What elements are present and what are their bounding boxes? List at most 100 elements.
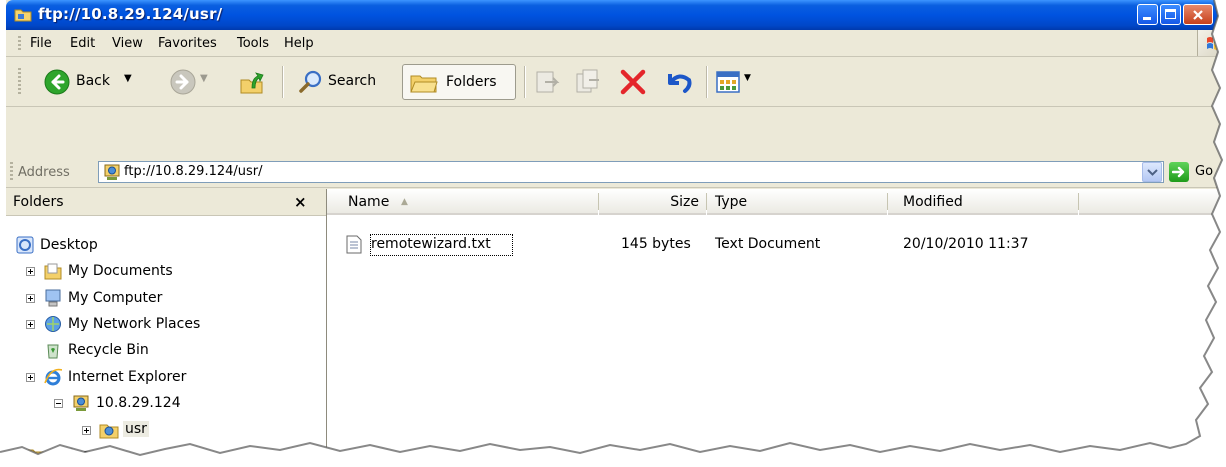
up-folder-button[interactable]	[234, 67, 270, 97]
menu-edit[interactable]: Edit	[70, 36, 95, 51]
menu-favorites[interactable]: Favorites	[158, 36, 217, 51]
tree-item-network-places[interactable]: My Network Places	[6, 315, 326, 337]
column-label: Size	[670, 194, 699, 210]
expand-plus-icon[interactable]	[26, 267, 35, 276]
address-value[interactable]: ftp://10.8.29.124/usr/	[124, 164, 263, 179]
folders-label: Folders	[446, 74, 497, 90]
file-name[interactable]: remotewizard.txt	[371, 236, 491, 252]
tree-label: usr	[123, 421, 149, 437]
window-title: ftp://10.8.29.124/usr/	[38, 5, 223, 23]
tree-label: My Documents	[68, 263, 173, 279]
collapse-minus-icon[interactable]	[54, 399, 63, 408]
internet-explorer-icon	[44, 368, 62, 386]
recycle-bin-icon	[47, 344, 59, 359]
chevron-down-icon	[1147, 169, 1158, 176]
search-icon	[299, 70, 322, 93]
column-header-size[interactable]: Size	[599, 189, 706, 215]
column-label: Type	[715, 194, 748, 210]
folder-icon	[26, 449, 44, 464]
tree-item-my-computer[interactable]: My Computer	[6, 289, 326, 311]
views-icon	[716, 71, 740, 93]
move-to-icon[interactable]	[532, 68, 562, 96]
minimize-button[interactable]	[1137, 4, 1158, 25]
maximize-button[interactable]	[1160, 4, 1181, 25]
tree-item-desktop[interactable]: Desktop	[6, 236, 326, 258]
views-button[interactable]: ▼	[714, 68, 758, 96]
forward-button[interactable]: ▼	[166, 67, 216, 97]
tree-item-a-classer[interactable]: A classer	[6, 446, 326, 467]
menu-tools[interactable]: Tools	[237, 36, 269, 51]
back-label: Back	[76, 73, 110, 89]
file-type: Text Document	[715, 236, 821, 252]
ftp-folder-icon	[99, 424, 119, 439]
expand-plus-icon[interactable]	[26, 373, 35, 382]
column-header-name[interactable]: Name ▲	[327, 189, 598, 215]
copy-to-icon[interactable]	[574, 68, 604, 96]
ftp-site-icon	[104, 164, 120, 180]
tree-label: Recycle Bin	[68, 342, 149, 358]
toolbar-separator	[282, 66, 283, 98]
file-size: 145 bytes	[621, 236, 691, 252]
file-list[interactable]	[327, 189, 1226, 467]
undo-icon[interactable]	[662, 68, 696, 96]
tree-label: My Network Places	[68, 316, 201, 332]
expand-plus-icon[interactable]	[26, 294, 35, 303]
tree-label: Desktop	[40, 237, 98, 253]
views-dropdown-icon[interactable]: ▼	[744, 73, 751, 83]
network-places-icon	[45, 316, 61, 332]
address-dropdown-button[interactable]	[1142, 162, 1162, 182]
expand-plus-icon[interactable]	[82, 426, 91, 435]
go-arrow-icon	[1172, 166, 1185, 178]
expand-plus-icon[interactable]	[26, 320, 35, 329]
desktop-icon	[16, 236, 34, 254]
close-icon	[1193, 10, 1203, 20]
file-modified: 20/10/2010 11:37	[903, 236, 1029, 252]
back-dropdown-icon[interactable]: ▼	[124, 73, 132, 84]
tree-item-recycle-bin[interactable]: Recycle Bin	[6, 341, 326, 363]
menubar-grip[interactable]	[18, 36, 21, 52]
back-arrow-icon	[44, 69, 70, 95]
menu-help[interactable]: Help	[284, 36, 314, 51]
toolbar-separator	[706, 66, 707, 98]
explorer-window: ftp://10.8.29.124/usr/ File Edit View Fa…	[6, 0, 1226, 467]
tree-label: Internet Explorer	[68, 369, 187, 385]
tree-item-ftp-site[interactable]: 10.8.29.124	[6, 394, 326, 416]
address-label: Address	[18, 165, 70, 180]
ftp-site-icon	[73, 395, 89, 411]
folders-icon	[410, 75, 438, 93]
folders-toggle-button[interactable]: Folders	[402, 64, 516, 100]
tree-label: My Computer	[68, 290, 163, 306]
column-header-modified[interactable]: Modified	[888, 189, 1078, 215]
menu-file[interactable]: File	[30, 36, 52, 51]
column-label: Modified	[903, 194, 963, 210]
tree-item-internet-explorer[interactable]: Internet Explorer	[6, 368, 326, 390]
tree-label: A classer	[48, 447, 112, 463]
tree-item-usr[interactable]: usr	[6, 420, 326, 442]
windows-flag-icon	[1197, 30, 1226, 56]
go-label[interactable]: Go	[1195, 164, 1213, 179]
forward-arrow-icon	[170, 69, 196, 95]
tree-item-my-documents[interactable]: My Documents	[6, 262, 326, 284]
column-header-filler	[1079, 189, 1226, 215]
delete-icon[interactable]	[618, 68, 648, 96]
folders-pane-close-button[interactable]: ×	[294, 193, 307, 211]
menu-view[interactable]: View	[112, 36, 143, 51]
back-button[interactable]: Back ▼	[40, 67, 152, 97]
address-grip[interactable]	[10, 162, 13, 182]
close-button[interactable]	[1183, 4, 1213, 25]
forward-dropdown-icon[interactable]: ▼	[200, 73, 208, 84]
up-folder-icon	[240, 72, 264, 94]
search-label: Search	[328, 73, 377, 89]
folder-icon	[14, 9, 32, 22]
my-computer-icon	[45, 289, 61, 307]
folders-pane-title: Folders	[13, 194, 64, 210]
column-label: Name	[348, 194, 390, 210]
column-header-type[interactable]: Type	[707, 189, 887, 215]
go-button[interactable]	[1169, 162, 1189, 182]
toolbar-separator	[524, 66, 525, 98]
toolbar-grip[interactable]	[18, 68, 21, 96]
search-button[interactable]: Search	[294, 67, 394, 97]
my-documents-icon	[44, 263, 62, 280]
sort-ascending-icon: ▲	[401, 197, 408, 207]
tree-label: 10.8.29.124	[96, 395, 181, 411]
